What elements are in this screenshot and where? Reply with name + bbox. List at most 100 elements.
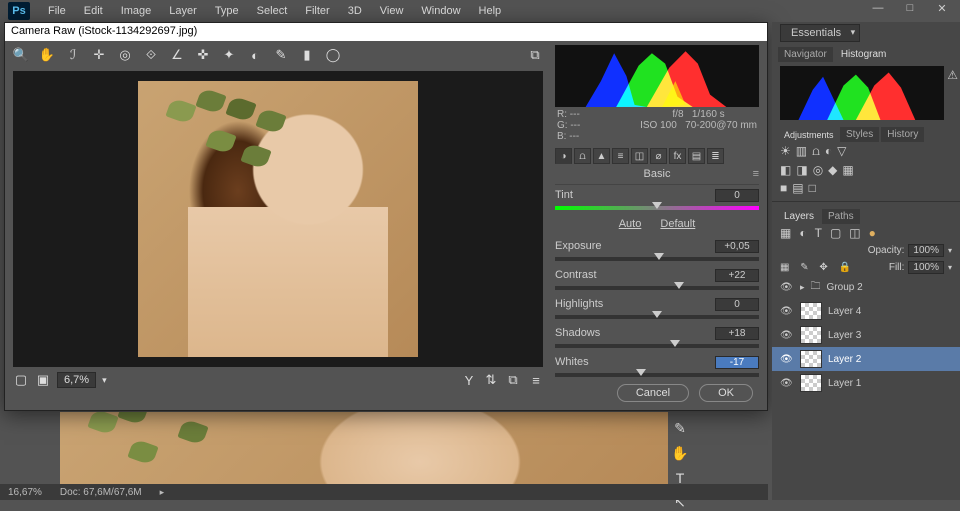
layer-row[interactable]: 👁 Layer 4 <box>772 299 960 323</box>
view-compare-icon[interactable]: ▣ <box>35 372 51 388</box>
clip-warning-icon[interactable]: ⚠ <box>947 68 958 82</box>
tab-histogram[interactable]: Histogram <box>835 47 893 62</box>
opacity-value[interactable]: 100% <box>908 244 944 257</box>
hue-icon[interactable]: ◧ <box>780 163 791 177</box>
exposure-track[interactable] <box>555 257 759 261</box>
hand-tool-icon[interactable]: ✋ <box>39 47 55 63</box>
tab-styles[interactable]: Styles <box>840 127 879 142</box>
fill-value[interactable]: 100% <box>908 261 944 274</box>
tab-presets-icon[interactable]: ≣ <box>707 148 724 164</box>
filter-shape-icon[interactable]: ▢ <box>830 226 841 240</box>
tab-hsl-icon[interactable]: ≡ <box>612 148 629 164</box>
whites-track[interactable] <box>555 373 759 377</box>
cancel-button[interactable]: Cancel <box>617 384 689 402</box>
visibility-icon[interactable]: 👁 <box>780 306 794 317</box>
layer-row[interactable]: 👁 Layer 1 <box>772 371 960 395</box>
menu-filter[interactable]: Filter <box>305 5 329 17</box>
menu-type[interactable]: Type <box>215 5 239 17</box>
tab-fx-icon[interactable]: fx <box>669 148 686 164</box>
tab-curve-icon[interactable]: ⩍ <box>574 148 591 164</box>
exposure-icon[interactable]: ◐ <box>825 144 832 159</box>
tab-calib-icon[interactable]: ▤ <box>688 148 705 164</box>
tab-split-icon[interactable]: ◫ <box>631 148 648 164</box>
tab-detail-icon[interactable]: ▲ <box>593 148 610 164</box>
tab-lens-icon[interactable]: ⌀ <box>650 148 667 164</box>
straighten-tool-icon[interactable]: ∠ <box>169 47 185 63</box>
contrast-track[interactable] <box>555 286 759 290</box>
eyedropper-tool-icon[interactable]: ✎ <box>674 420 686 437</box>
snapshot-toggle-icon[interactable]: ⧉ <box>527 47 543 63</box>
channelmix-icon[interactable]: ◆ <box>828 163 837 177</box>
grad-filter-tool-icon[interactable]: ▮ <box>299 47 315 63</box>
tab-paths[interactable]: Paths <box>822 209 860 224</box>
close-button[interactable]: ✕ <box>932 2 952 15</box>
tab-navigator[interactable]: Navigator <box>778 47 833 62</box>
highlights-track[interactable] <box>555 315 759 319</box>
tab-history[interactable]: History <box>881 127 924 142</box>
threshold-icon[interactable]: □ <box>809 181 816 195</box>
zoom-tool-icon[interactable]: 🔍 <box>13 47 29 63</box>
menu-window[interactable]: Window <box>421 5 460 17</box>
layer-row[interactable]: 👁 Layer 3 <box>772 323 960 347</box>
levels-icon[interactable]: ▥ <box>796 144 807 159</box>
radial-filter-tool-icon[interactable]: ◯ <box>325 47 341 63</box>
preferences-icon[interactable]: ≡ <box>527 372 543 388</box>
zoom-level[interactable]: 6,7% <box>57 372 96 388</box>
tab-adjustments[interactable]: Adjustments <box>778 128 838 142</box>
menu-3d[interactable]: 3D <box>348 5 362 17</box>
white-balance-tool-icon[interactable]: ℐ <box>65 47 81 63</box>
filter-smart-icon[interactable]: ◫ <box>849 226 860 240</box>
status-zoom[interactable]: 16,67% <box>8 487 42 498</box>
menu-edit[interactable]: Edit <box>84 5 103 17</box>
default-link[interactable]: Default <box>660 218 695 230</box>
bw-icon[interactable]: ◨ <box>796 163 807 177</box>
visibility-icon[interactable]: 👁 <box>780 330 794 341</box>
group-chevron-icon[interactable]: ▸ <box>800 282 805 293</box>
filter-adj-icon[interactable]: ◐ <box>799 226 806 240</box>
workspace-selector[interactable]: Essentials <box>780 24 860 42</box>
poster-icon[interactable]: ▤ <box>792 181 803 195</box>
lookup-icon[interactable]: ▦ <box>842 163 853 177</box>
spot-removal-tool-icon[interactable]: ✦ <box>221 47 237 63</box>
minimize-button[interactable]: — <box>868 2 888 15</box>
filter-pixel-icon[interactable]: ▦ <box>780 226 791 240</box>
copy-settings-icon[interactable]: ⧉ <box>505 372 521 388</box>
hand-tool-icon[interactable]: ✋ <box>671 445 688 462</box>
layer-row[interactable]: 👁 ▸ 🗀 Group 2 <box>772 276 960 299</box>
curves-icon[interactable]: ⩍ <box>812 144 820 159</box>
visibility-icon[interactable]: 👁 <box>780 378 794 389</box>
lock-icons[interactable]: ▦ ✎ ✥ 🔒 <box>780 262 855 273</box>
invert-icon[interactable]: ■ <box>780 181 787 195</box>
transform-tool-icon[interactable]: ✜ <box>195 47 211 63</box>
menu-view[interactable]: View <box>380 5 404 17</box>
crop-tool-icon[interactable]: ⟐ <box>143 47 159 63</box>
tab-basic-icon[interactable]: ◑ <box>555 148 572 164</box>
shadows-track[interactable] <box>555 344 759 348</box>
swap-icon[interactable]: ⇅ <box>483 372 499 388</box>
brightness-icon[interactable]: ☀ <box>780 144 791 159</box>
menu-file[interactable]: File <box>48 5 66 17</box>
menu-layer[interactable]: Layer <box>169 5 197 17</box>
tint-value[interactable]: 0 <box>715 189 759 202</box>
visibility-icon[interactable]: 👁 <box>780 354 794 365</box>
ok-button[interactable]: OK <box>699 384 753 402</box>
exposure-value[interactable]: +0,05 <box>715 240 759 253</box>
vibrance-icon[interactable]: ▽ <box>837 144 846 159</box>
before-after-y-icon[interactable]: Y <box>461 372 477 388</box>
highlights-value[interactable]: 0 <box>715 298 759 311</box>
menu-help[interactable]: Help <box>479 5 502 17</box>
brush-tool-icon[interactable]: ✎ <box>273 47 289 63</box>
menu-select[interactable]: Select <box>257 5 288 17</box>
view-single-icon[interactable]: ▢ <box>13 372 29 388</box>
layer-row[interactable]: 👁 Layer 2 <box>772 347 960 371</box>
photofilter-icon[interactable]: ◎ <box>813 163 823 177</box>
target-adjust-tool-icon[interactable]: ◎ <box>117 47 133 63</box>
contrast-value[interactable]: +22 <box>715 269 759 282</box>
auto-link[interactable]: Auto <box>619 218 642 230</box>
image-preview[interactable] <box>13 71 543 367</box>
tab-layers[interactable]: Layers <box>778 209 820 224</box>
filter-type-icon[interactable]: T <box>815 226 822 240</box>
shadows-value[interactable]: +18 <box>715 327 759 340</box>
whites-value[interactable]: -17 <box>715 356 759 369</box>
menu-image[interactable]: Image <box>121 5 152 17</box>
